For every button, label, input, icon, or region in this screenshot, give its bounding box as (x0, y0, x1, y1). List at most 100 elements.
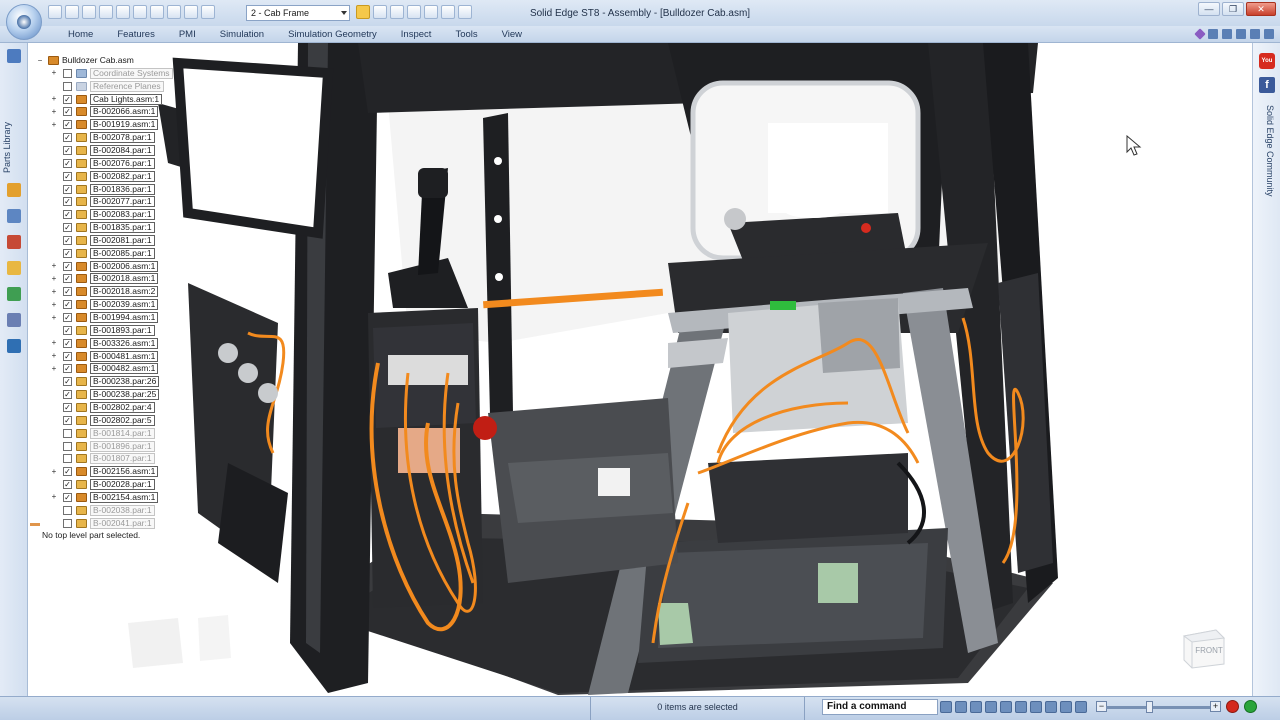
tree-item[interactable]: + ✓ B-002156.asm:1 (30, 465, 159, 478)
visibility-checkbox[interactable]: ✓ (63, 235, 72, 245)
facebook-icon[interactable]: f (1259, 77, 1275, 93)
visibility-checkbox[interactable]: ✓ (63, 325, 72, 335)
tree-item[interactable]: B-001807.par:1 (30, 452, 156, 465)
visibility-checkbox[interactable]: ✓ (63, 480, 72, 490)
tab-home[interactable]: Home (56, 29, 105, 40)
visibility-checkbox[interactable]: ✓ (63, 492, 72, 502)
tree-item[interactable]: + ✓ B-003326.asm:1 (30, 337, 159, 350)
tab-features[interactable]: Features (105, 29, 167, 40)
visibility-checkbox[interactable]: ✓ (63, 171, 72, 181)
tab-inspect[interactable]: Inspect (389, 29, 444, 40)
restore-button[interactable]: ❐ (1222, 2, 1244, 16)
visibility-checkbox[interactable] (63, 441, 72, 451)
expand-icon[interactable]: + (50, 107, 58, 116)
tree-item[interactable]: B-001896.par:1 (30, 440, 156, 453)
tree-item[interactable]: ✓ B-002082.par:1 (30, 170, 156, 183)
tree-item[interactable]: + ✓ B-002154.asm:1 (30, 491, 159, 504)
doc-restore-icon[interactable] (1250, 29, 1260, 39)
folder-icon[interactable] (7, 261, 21, 275)
visibility-checkbox[interactable] (63, 68, 72, 78)
tree-item[interactable]: + ✓ B-002006.asm:1 (30, 260, 159, 273)
expand-icon[interactable]: + (50, 120, 58, 129)
expand-icon[interactable]: + (50, 352, 58, 360)
3d-viewport[interactable] (28, 43, 1252, 696)
tree-item[interactable]: ✓ B-002084.par:1 (30, 144, 156, 157)
tree-item[interactable]: + Coordinate Systems (30, 67, 173, 80)
visibility-checkbox[interactable]: ✓ (63, 287, 72, 297)
tree-item[interactable]: + ✓ B-002039.asm:1 (30, 298, 159, 311)
pathfinder-scroll-indicator[interactable] (30, 523, 40, 526)
teamcenter-icon[interactable] (7, 235, 21, 249)
visibility-checkbox[interactable]: ✓ (63, 364, 72, 374)
layers-icon[interactable] (7, 183, 21, 197)
expand-icon[interactable]: + (50, 313, 58, 322)
pathfinder-tab-icon[interactable] (7, 49, 21, 63)
display-options-icon[interactable] (1075, 701, 1087, 713)
tree-item[interactable]: + ✓ B-002018.asm:1 (30, 272, 159, 285)
tree-item[interactable]: + ✓ B-001919.asm:1 (30, 118, 159, 131)
collapse-icon[interactable]: − (36, 56, 44, 65)
tab-view[interactable]: View (490, 29, 534, 40)
doc-close-icon[interactable] (1264, 29, 1274, 39)
pan-view-icon[interactable] (1000, 701, 1012, 713)
tree-item[interactable]: ✓ B-000238.par:25 (30, 388, 160, 401)
rotate-icon[interactable] (1015, 701, 1027, 713)
visibility-checkbox[interactable]: ✓ (63, 415, 72, 425)
record-icon[interactable] (1226, 700, 1239, 713)
tree-item[interactable]: ✓ B-002081.par:1 (30, 234, 156, 247)
tree-item[interactable]: ✓ B-002076.par:1 (30, 157, 156, 170)
visibility-checkbox[interactable] (63, 518, 72, 528)
select-tools-icon[interactable] (7, 313, 21, 327)
visibility-checkbox[interactable]: ✓ (63, 210, 72, 220)
visibility-checkbox[interactable] (63, 428, 72, 438)
expand-icon[interactable]: + (50, 467, 58, 476)
visibility-checkbox[interactable]: ✓ (63, 467, 72, 477)
close-button[interactable]: ✕ (1246, 2, 1276, 16)
zoom-area-icon[interactable] (955, 701, 967, 713)
parts-library-tab[interactable]: Parts Library (2, 63, 22, 173)
tree-root-item[interactable]: − Bulldozer Cab.asm (30, 54, 156, 67)
view-cube[interactable]: FRONT (1176, 622, 1228, 670)
tree-item[interactable]: ✓ B-000238.par:26 (30, 375, 160, 388)
youtube-icon[interactable]: You (1259, 53, 1275, 69)
tree-item[interactable]: ✓ B-001893.par:1 (30, 324, 156, 337)
tree-item[interactable]: ✓ B-001836.par:1 (30, 183, 156, 196)
tree-item[interactable]: ✓ B-002085.par:1 (30, 247, 156, 260)
family-of-assemblies-icon[interactable] (7, 287, 21, 301)
visibility-checkbox[interactable] (63, 81, 72, 91)
visibility-checkbox[interactable]: ✓ (63, 300, 72, 310)
visibility-checkbox[interactable]: ✓ (63, 351, 72, 361)
tree-item[interactable]: + ✓ B-002066.asm:1 (30, 105, 159, 118)
expand-icon[interactable]: + (50, 493, 58, 501)
visibility-checkbox[interactable] (63, 454, 72, 464)
command-finder-icon[interactable] (1194, 28, 1206, 40)
visibility-checkbox[interactable]: ✓ (63, 107, 72, 117)
expand-icon[interactable]: + (50, 95, 58, 103)
zoom-slider-track[interactable] (1106, 706, 1216, 709)
tree-item[interactable]: ✓ B-002083.par:1 (30, 208, 156, 221)
tree-item[interactable]: B-002041.par:1 (30, 517, 156, 530)
visibility-checkbox[interactable]: ✓ (63, 133, 72, 143)
tree-item[interactable]: + ✓ B-000482.asm:1 (30, 362, 159, 375)
feature-library-icon[interactable] (7, 209, 21, 223)
tab-simulation-geometry[interactable]: Simulation Geometry (276, 29, 389, 40)
visibility-checkbox[interactable]: ✓ (63, 248, 72, 258)
expand-icon[interactable]: + (50, 287, 58, 296)
tree-item[interactable]: + ✓ B-000481.asm:1 (30, 350, 159, 363)
visibility-checkbox[interactable] (63, 505, 72, 515)
tree-item[interactable]: Reference Planes (30, 80, 164, 93)
layout-toggle-icon[interactable] (1208, 29, 1218, 39)
tree-item[interactable]: + ✓ Cab Lights.asm:1 (30, 93, 163, 106)
visibility-checkbox[interactable]: ✓ (63, 377, 72, 387)
tree-item[interactable]: ✓ B-002802.par:5 (30, 414, 156, 427)
views-icon[interactable] (1045, 701, 1057, 713)
visibility-checkbox[interactable]: ✓ (63, 120, 72, 130)
tab-tools[interactable]: Tools (443, 29, 489, 40)
expand-icon[interactable]: + (50, 274, 58, 283)
visibility-checkbox[interactable]: ✓ (63, 184, 72, 194)
sensors-icon[interactable] (7, 339, 21, 353)
window-arrange-icon[interactable] (1222, 29, 1232, 39)
visibility-checkbox[interactable]: ✓ (63, 145, 72, 155)
visibility-checkbox[interactable]: ✓ (63, 274, 72, 284)
tab-pmi[interactable]: PMI (167, 29, 208, 40)
